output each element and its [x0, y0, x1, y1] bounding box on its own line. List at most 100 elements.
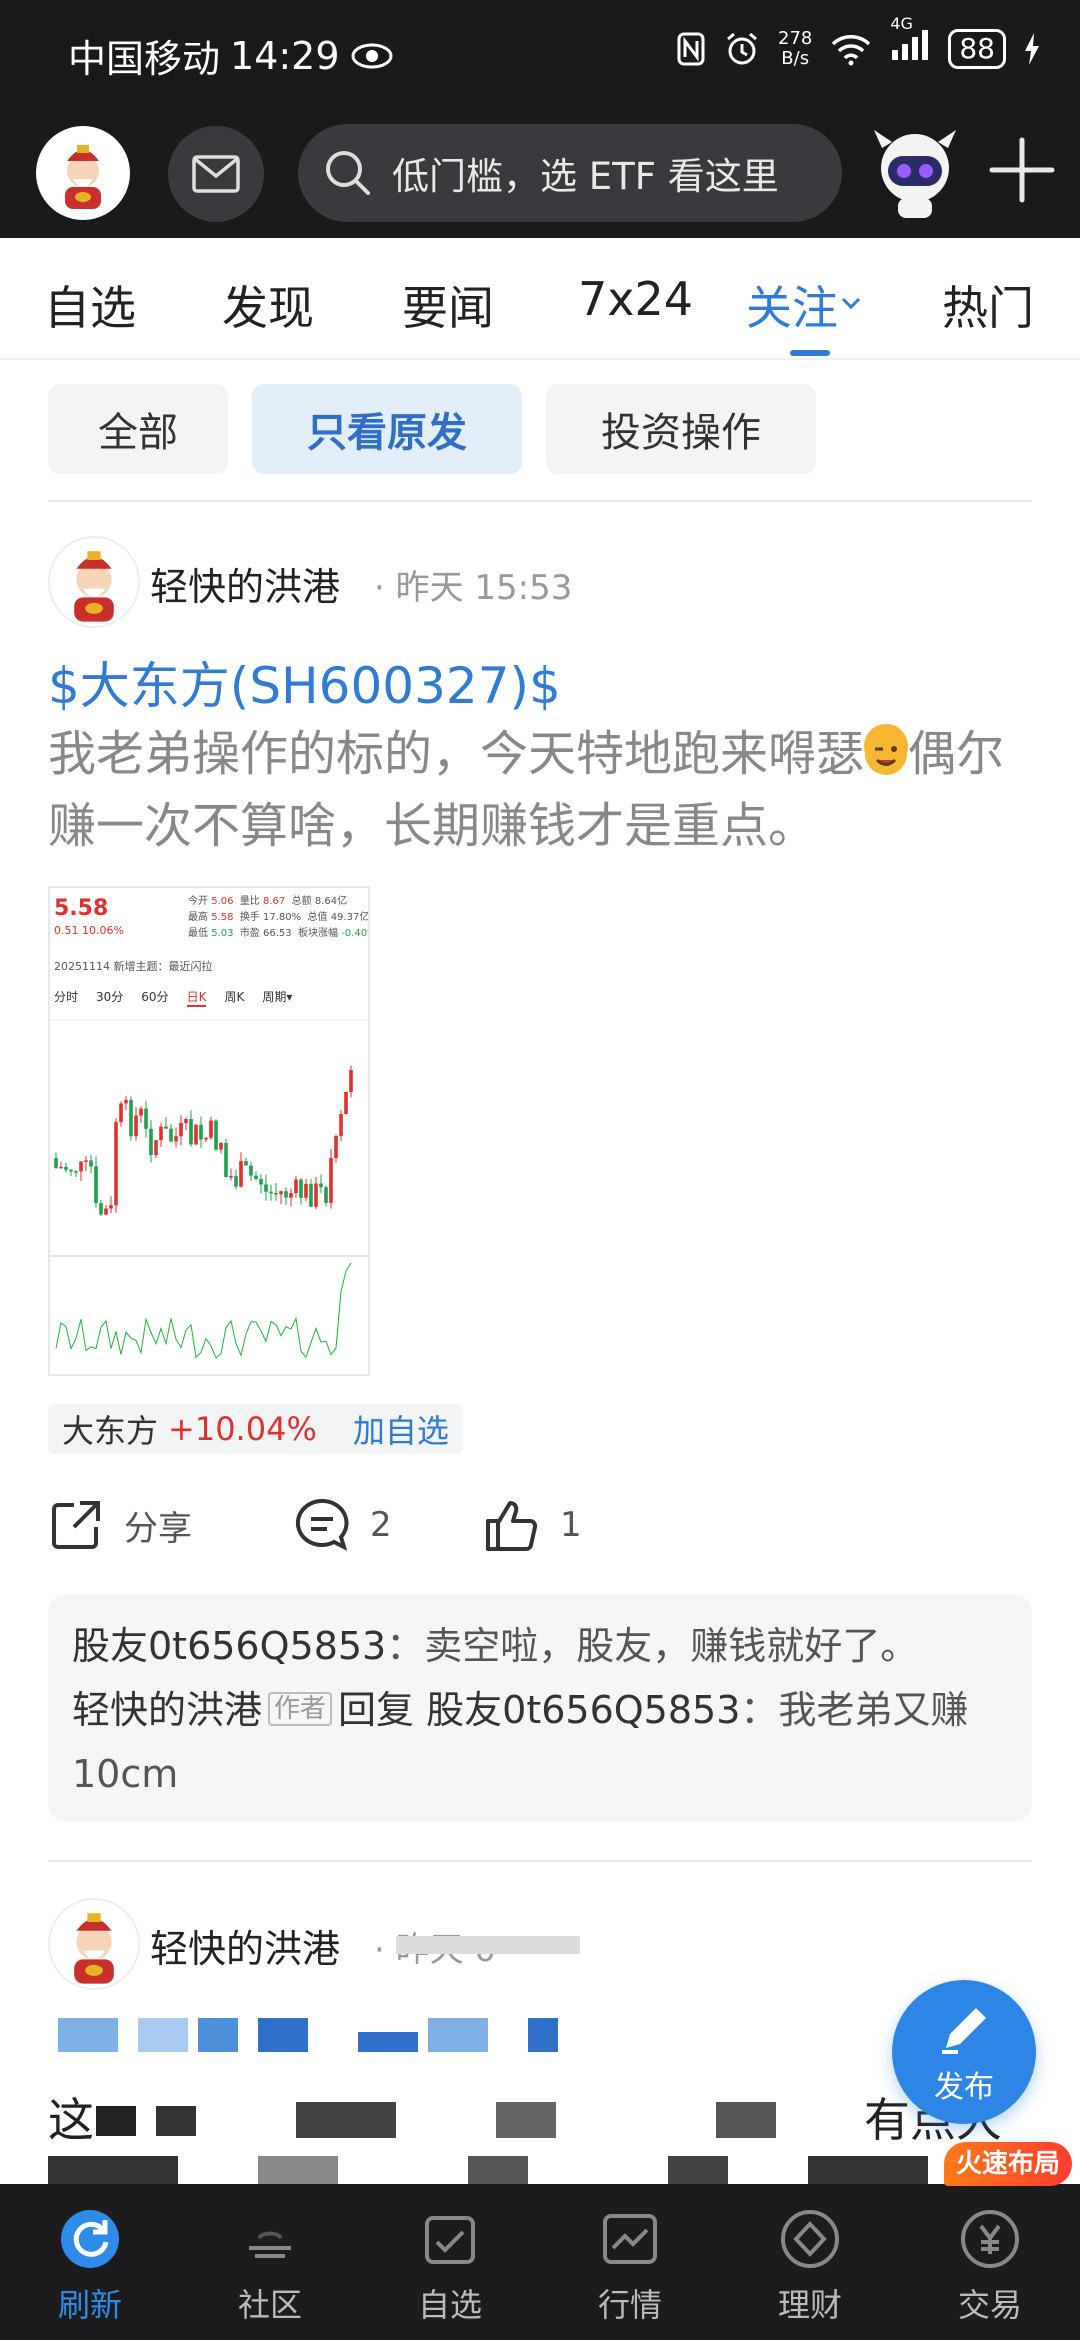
reply-target-user[interactable]: 股友0t656Q5853 [426, 1688, 740, 1732]
tab-remen[interactable]: 热门 [942, 272, 1034, 338]
robot-assistant-icon[interactable] [862, 118, 968, 224]
comment-button[interactable]: 2 [294, 1494, 392, 1556]
post-body-part1: 我老弟操作的标的，今天特地跑来嘚瑟 [48, 726, 865, 782]
refresh-icon [61, 2210, 119, 2268]
kline-candle [299, 1179, 303, 1198]
kline-candle [184, 1118, 188, 1124]
post-author-name[interactable]: 轻快的洪港 [150, 1918, 340, 1973]
tab-yaowen[interactable]: 要闻 [402, 272, 494, 338]
stock-link[interactable]: $大东方(SH600327)$ [48, 646, 561, 718]
bottom-navigation: 刷新 社区 自选 行情 理财 交易 [0, 2184, 1080, 2340]
share-icon [52, 1501, 100, 1549]
nav-watchlist[interactable]: 自选 [360, 2208, 540, 2326]
nav-wealth[interactable]: 理财 [720, 2208, 900, 2326]
comment-user[interactable]: 股友0t656Q5853 [72, 1624, 386, 1668]
nav-community[interactable]: 社区 [180, 2208, 360, 2326]
net-speed: 278 B/s [778, 28, 813, 69]
kline-candle [199, 1124, 203, 1140]
kline-candle [214, 1120, 218, 1150]
post-author-avatar[interactable] [48, 536, 140, 628]
messages-button[interactable] [168, 126, 264, 222]
kline-candle [119, 1103, 123, 1123]
kline-candle [109, 1205, 113, 1209]
kline-candle [204, 1137, 208, 1140]
comment-user[interactable]: 轻快的洪港 [72, 1688, 262, 1732]
filter-investment-ops[interactable]: 投资操作 [546, 384, 816, 474]
redacted-block [96, 2102, 776, 2138]
kline-candle [269, 1191, 273, 1194]
nav-market[interactable]: 行情 [540, 2208, 720, 2326]
search-icon [326, 151, 370, 195]
stock-tag-name: 大东方 [62, 1412, 159, 1450]
charging-icon [1025, 33, 1039, 65]
post-author-name[interactable]: 轻快的洪港 [150, 556, 340, 611]
tab-guanzhu[interactable]: 关注 [746, 272, 864, 338]
stock-tag[interactable]: 大东方 +10.04% 加自选 [48, 1404, 463, 1454]
nav-wealth-label: 理财 [777, 2286, 842, 2324]
share-button[interactable]: 分享 [48, 1494, 192, 1556]
post-image-kline[interactable]: 5.58 0.51 10.06% 今开 5.06 量比 8.67 总额 8.64… [48, 886, 370, 1376]
stock-tag-change: +10.04% [168, 1410, 317, 1448]
trade-yen-icon [961, 2210, 1019, 2268]
kline-candle [74, 1171, 78, 1173]
quote-header: 5.58 0.51 10.06% 今开 5.06 量比 8.67 总额 8.64… [50, 888, 368, 973]
kline-candle [264, 1184, 268, 1192]
tab-zixuan[interactable]: 自选 [44, 272, 136, 338]
kline-candle [259, 1179, 263, 1185]
filter-all[interactable]: 全部 [48, 384, 228, 474]
redacted-block [58, 2018, 558, 2052]
comments-preview[interactable]: 股友0t656Q5853：卖空啦，股友，赚钱就好了。 轻快的洪港 作者 回复 股友0… [48, 1594, 1032, 1822]
kline-candle [149, 1128, 153, 1156]
kline-candle [349, 1070, 353, 1092]
kline-candle [59, 1166, 63, 1169]
filter-original-only[interactable]: 只看原发 [252, 384, 522, 474]
post-time: · 昨天 15:53 [374, 568, 573, 608]
clock: 14:29 [230, 33, 340, 78]
divider [48, 500, 1032, 502]
tab-faxian[interactable]: 发现 [222, 272, 314, 338]
eye-icon [351, 43, 393, 68]
kline-candle [134, 1115, 138, 1137]
market-chart-icon [603, 2214, 657, 2264]
nfc-icon [677, 32, 705, 66]
hot-promo-badge[interactable]: 火速布局 [944, 2142, 1073, 2186]
add-icon[interactable] [982, 130, 1062, 210]
kline-candle [314, 1183, 318, 1207]
reply-word: 回复 [338, 1688, 415, 1732]
publish-button[interactable]: 发布 [892, 1980, 1036, 2124]
post-author-avatar[interactable] [48, 1898, 140, 1990]
watchlist-icon [425, 2216, 475, 2264]
redacted-text-start: 这 [48, 2093, 94, 2147]
kline-candle [154, 1140, 158, 1156]
kline-candle [209, 1120, 213, 1138]
nav-trade[interactable]: 交易 [900, 2208, 1080, 2326]
caishen-avatar-icon [65, 145, 101, 209]
kline-candle [339, 1114, 343, 1136]
kline-candle [164, 1126, 168, 1129]
user-avatar[interactable] [36, 126, 130, 220]
feed-tabs: 自选 发现 要闻 7x24 关注 热门 [0, 238, 1080, 360]
kline-chart [50, 1019, 368, 1359]
nav-market-label: 行情 [597, 2286, 662, 2324]
add-to-watchlist-button[interactable]: 加自选 [353, 1406, 449, 1452]
nav-refresh[interactable]: 刷新 [0, 2208, 180, 2326]
kline-candle [129, 1099, 133, 1137]
community-icon [249, 2231, 291, 2258]
thumbs-up-icon [486, 1501, 538, 1551]
kline-candle [234, 1176, 238, 1187]
pencil-icon [942, 2008, 986, 2054]
like-button[interactable]: 1 [484, 1494, 582, 1556]
kline-candle [179, 1123, 183, 1137]
tab-7x24[interactable]: 7x24 [578, 272, 693, 326]
kline-candle [189, 1118, 193, 1145]
comment-count: 2 [370, 1505, 392, 1545]
search-bar[interactable]: 低门槛，选 ETF 看这里 [298, 124, 842, 222]
kline-candle [84, 1160, 88, 1162]
comment-item: 轻快的洪港 作者 回复 股友0t656Q5853：我老弟又赚10cm [72, 1678, 1008, 1806]
nav-watchlist-label: 自选 [417, 2286, 482, 2324]
share-label: 分享 [124, 1508, 192, 1549]
kline-candle [304, 1184, 308, 1198]
kline-candle [124, 1099, 128, 1104]
period-tabs: 分时 30分 60分 日K 周K 周期▾ [54, 988, 364, 1007]
comment-text: ：卖空啦，股友，赚钱就好了。 [386, 1624, 919, 1668]
